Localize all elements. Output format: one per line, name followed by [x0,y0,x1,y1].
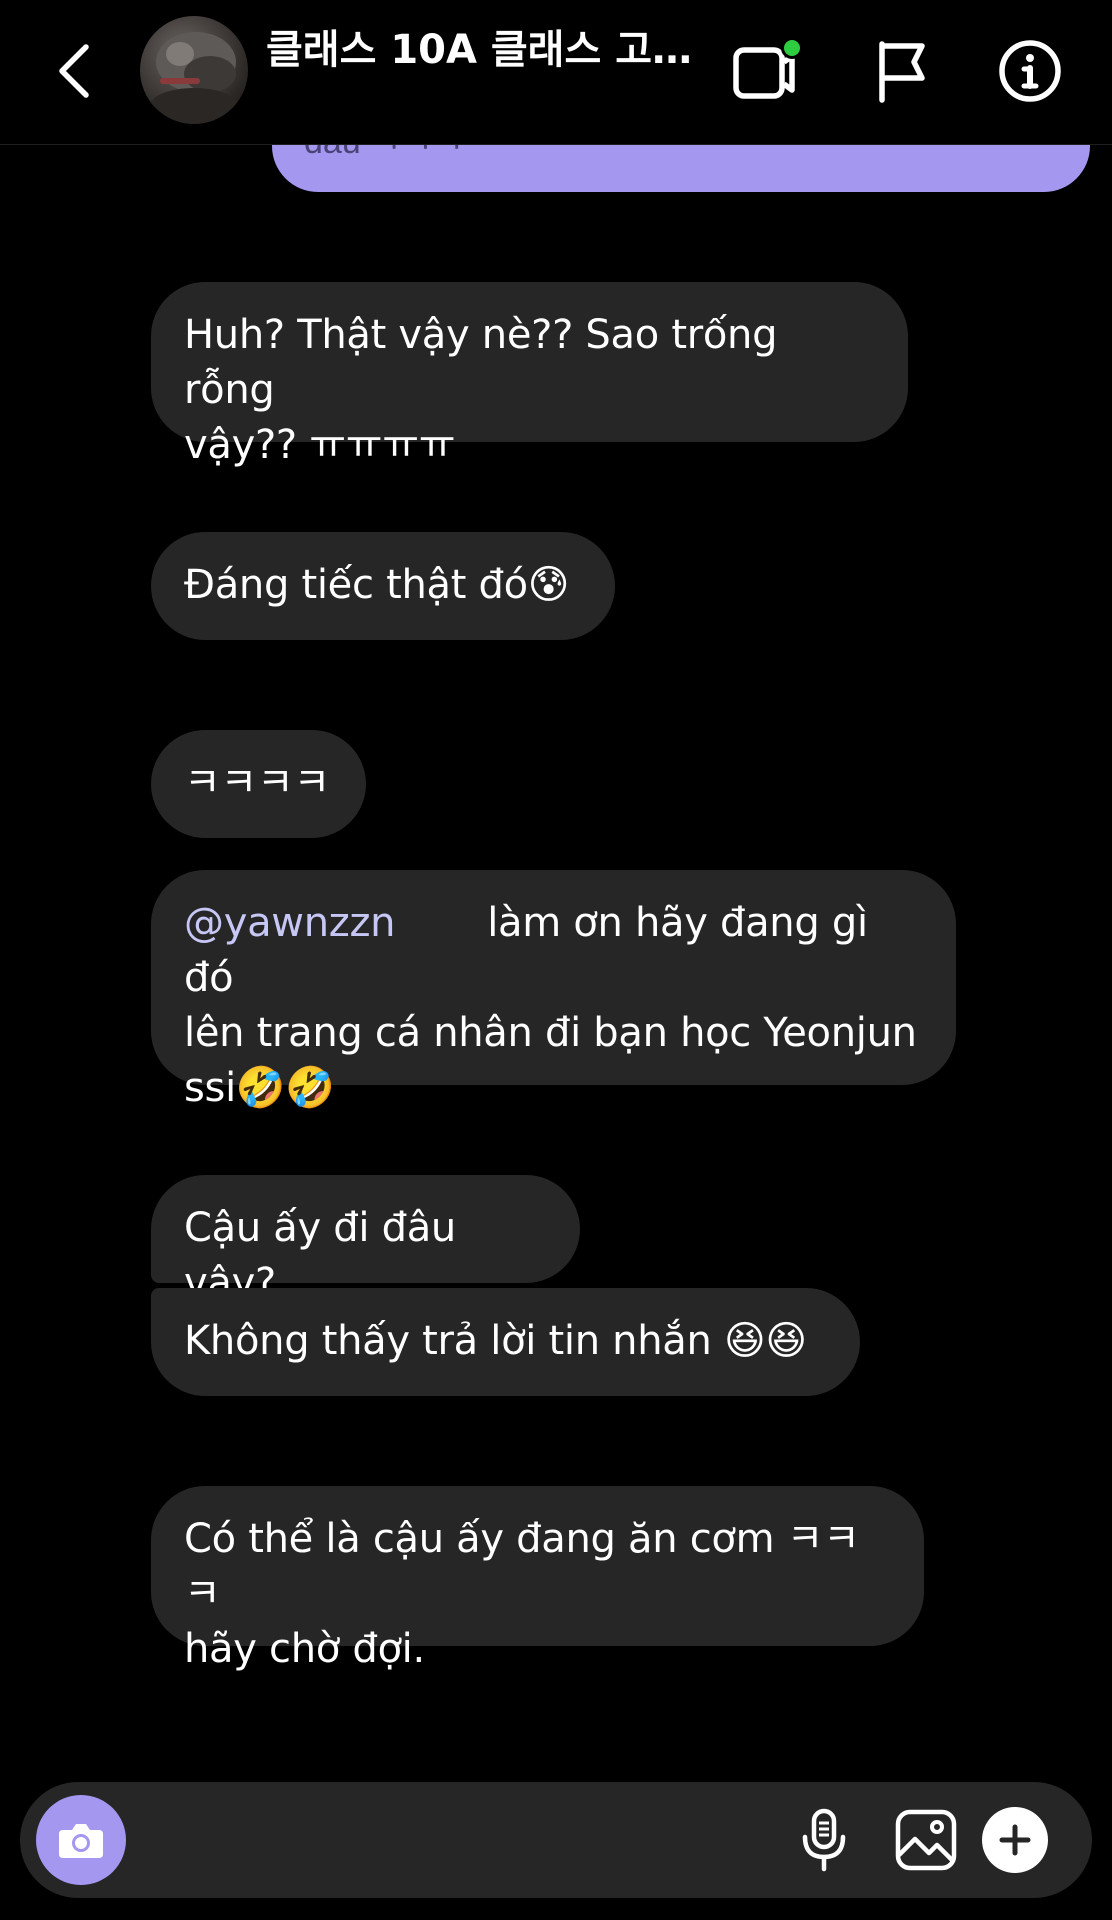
video-call-button[interactable] [726,36,806,106]
message-bubble[interactable]: @yawnzzn làm ơn hãy đang gì đó lên trang … [151,870,956,1111]
message-bubble[interactable]: Huh? Thật vậy nè?? Sao trống rỗng vậy?? … [151,282,908,468]
plus-icon [999,1824,1031,1856]
group-avatar[interactable] [140,16,248,124]
microphone-icon [802,1808,846,1872]
message-text: vậy?? ㅠㅠㅠㅠ [184,422,456,468]
message-composer [20,1782,1092,1898]
message-bubble[interactable]: Đáng tiếc thật đó😰 [151,532,615,640]
camera-icon [59,1824,103,1858]
message-bubble[interactable]: Có thể là cậu ấy đang ăn cơm ㅋㅋㅋ hãy chờ… [151,1486,924,1672]
message-bubble[interactable]: Không thấy trả lời tin nhắn 😆😆 [151,1288,860,1396]
back-button[interactable] [44,36,104,106]
user-mention[interactable]: @yawnzzn [184,900,396,946]
voice-message-button[interactable] [788,1804,860,1876]
chat-header: 클래스 10A 클래스 고… [0,0,1112,145]
message-text: ssi🤣🤣 [184,1065,335,1111]
message-text: lên trang cá nhân đi bạn học Yeonjun [184,1010,917,1056]
message-text: Không thấy trả lời tin nhắn 😆😆 [184,1318,807,1364]
message-text: Huh? Thật vậy nè?? Sao trống rỗng [184,312,778,413]
info-button[interactable] [990,36,1070,106]
flag-icon [879,41,925,103]
more-options-button[interactable] [982,1807,1048,1873]
video-call-icon [733,37,803,99]
message-text: Có thể là cậu ấy đang ăn cơm ㅋㅋㅋ [184,1516,860,1617]
chat-title[interactable]: 클래스 10A 클래스 고… [266,22,696,78]
info-icon [999,40,1061,102]
chevron-left-icon [59,44,89,98]
camera-button[interactable] [36,1795,126,1885]
report-button[interactable] [862,36,942,106]
message-bubble[interactable]: ㅋㅋㅋㅋ [151,730,366,838]
message-text: hãy chờ đợi. [184,1626,425,1672]
message-input[interactable] [150,1802,774,1880]
message-text: ㅋㅋㅋㅋ [184,760,330,806]
message-text: Đáng tiếc thật đó😰 [184,562,570,608]
message-bubble[interactable]: Cậu ấy đi đâu vậy? [151,1175,580,1306]
gallery-button[interactable] [890,1804,962,1876]
gallery-icon [895,1809,957,1871]
